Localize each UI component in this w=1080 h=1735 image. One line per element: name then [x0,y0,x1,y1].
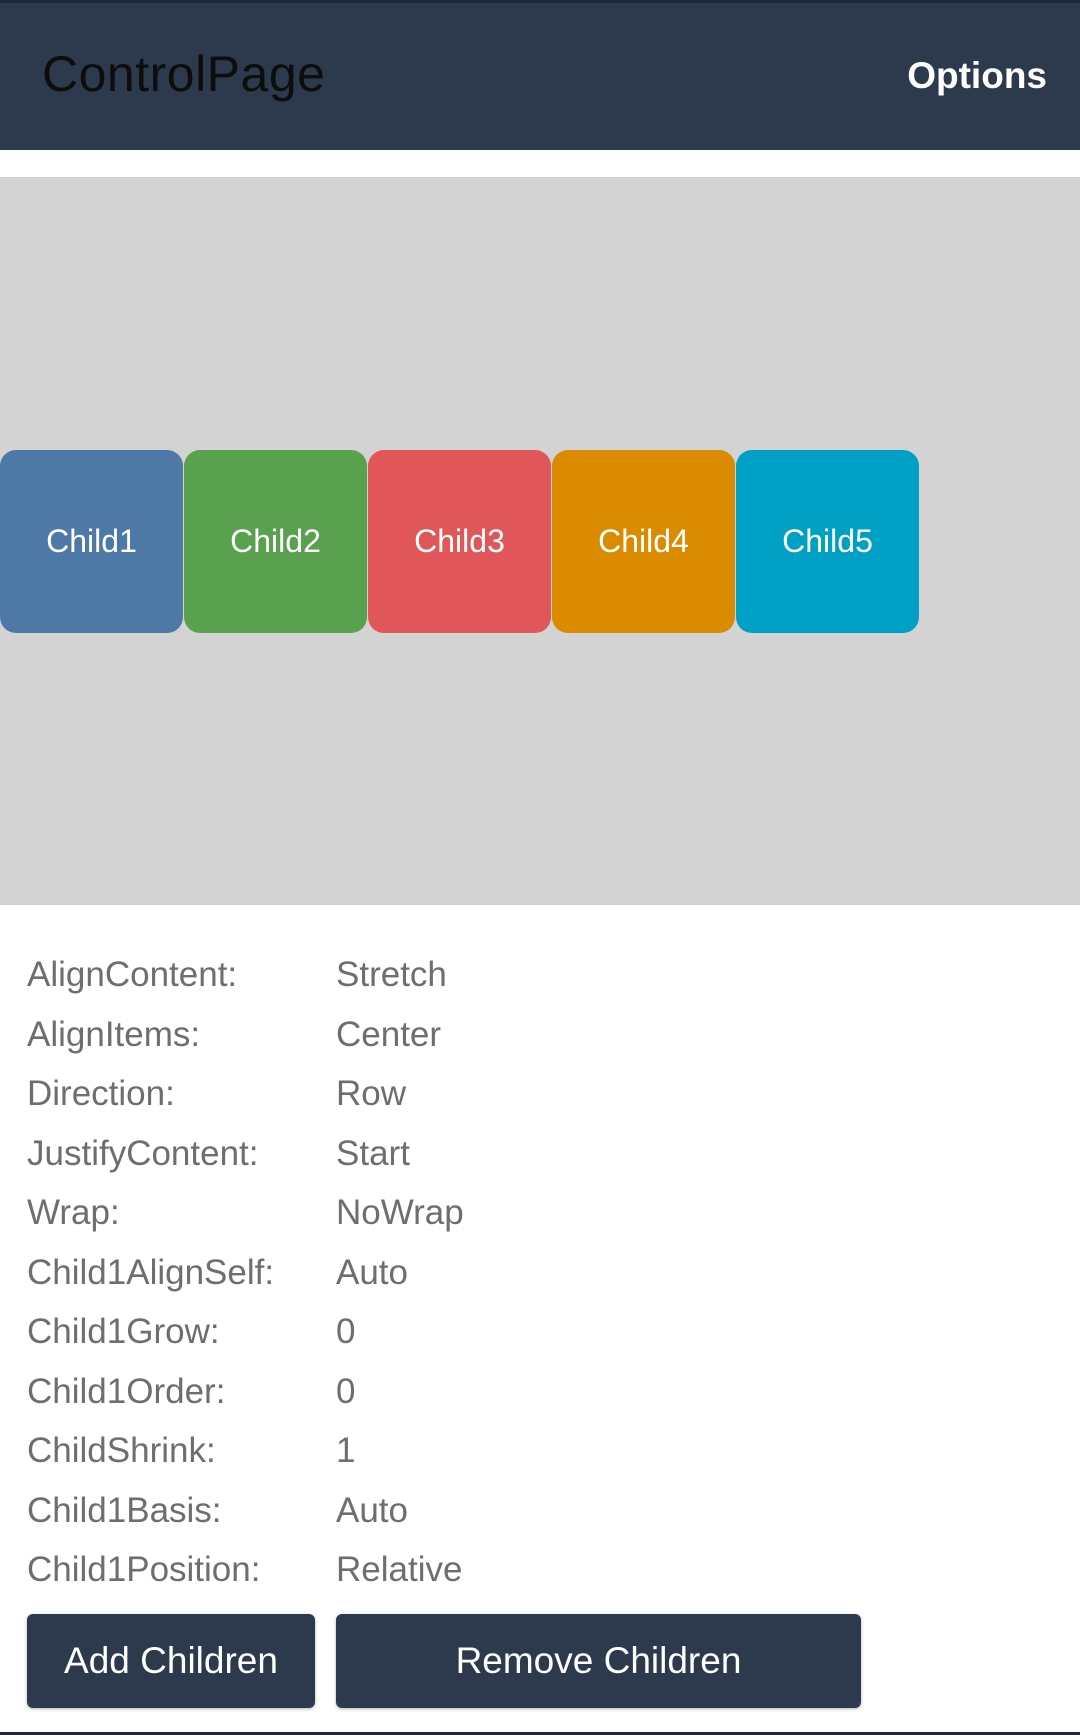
property-value: Relative [336,1550,463,1589]
property-value: Auto [336,1490,408,1530]
flex-child-label: Child3 [414,523,505,559]
property-label: Wrap: [27,1193,120,1232]
property-label: Child1Position: [27,1550,261,1589]
property-row-align-items: AlignItems: Center [27,1015,1027,1075]
app-header: ControlPage Options [0,0,1080,150]
property-label: Child1Grow: [27,1312,220,1351]
flex-child-5[interactable]: Child5 [736,450,919,633]
property-label: AlignContent: [27,955,238,994]
property-value: Row [336,1074,407,1113]
flex-child-2[interactable]: Child2 [184,450,367,633]
property-row-justify-content: JustifyContent: Start [27,1134,1027,1194]
property-value: Center [336,1014,442,1054]
property-value: Stretch [336,955,447,994]
property-row-align-content: AlignContent: Stretch [27,955,1027,1015]
options-menu-button[interactable]: Options [907,55,1047,97]
add-children-label: Add Children [64,1640,278,1681]
property-value: 0 [336,1312,356,1351]
property-row-child1-position: Child1Position: Relative [27,1550,1027,1610]
property-row-direction: Direction: Row [27,1074,1027,1134]
flex-child-3[interactable]: Child3 [368,450,551,633]
property-label: ChildShrink: [27,1431,216,1470]
property-row-child1-grow: Child1Grow: 0 [27,1312,1027,1372]
property-label: Child1Basis: [27,1490,222,1530]
property-row-child1-align-self: Child1AlignSelf: Auto [27,1253,1027,1313]
property-label: Child1Order: [27,1371,226,1411]
flex-layout-container: Child1 Child2 Child3 Child4 Child5 [0,177,1080,905]
flex-child-label: Child2 [230,523,321,559]
property-row-child1-order: Child1Order: 0 [27,1372,1027,1432]
flex-child-label: Child5 [782,523,873,559]
add-children-button[interactable]: Add Children [27,1614,315,1708]
property-value: Start [336,1133,410,1173]
property-value: 0 [336,1371,356,1411]
flex-child-1[interactable]: Child1 [0,450,183,633]
property-value: NoWrap [336,1193,464,1232]
property-list: AlignContent: Stretch AlignItems: Center… [27,955,1027,1610]
property-label: JustifyContent: [27,1133,259,1173]
property-row-wrap: Wrap: NoWrap [27,1193,1027,1253]
flex-child-label: Child4 [598,523,689,559]
remove-children-label: Remove Children [455,1640,742,1681]
property-row-child-shrink: ChildShrink: 1 [27,1431,1027,1491]
property-value: 1 [336,1431,356,1470]
page-title: ControlPage [42,46,326,102]
remove-children-button[interactable]: Remove Children [336,1614,861,1708]
control-page: ControlPage Options Child1 Child2 Child3… [0,0,1080,1735]
property-label: AlignItems: [27,1014,201,1054]
property-row-child1-basis: Child1Basis: Auto [27,1491,1027,1551]
property-value: Auto [336,1252,408,1292]
flex-child-4[interactable]: Child4 [552,450,735,633]
property-label: Child1AlignSelf: [27,1252,275,1292]
property-label: Direction: [27,1074,175,1113]
flex-child-label: Child1 [46,523,137,559]
